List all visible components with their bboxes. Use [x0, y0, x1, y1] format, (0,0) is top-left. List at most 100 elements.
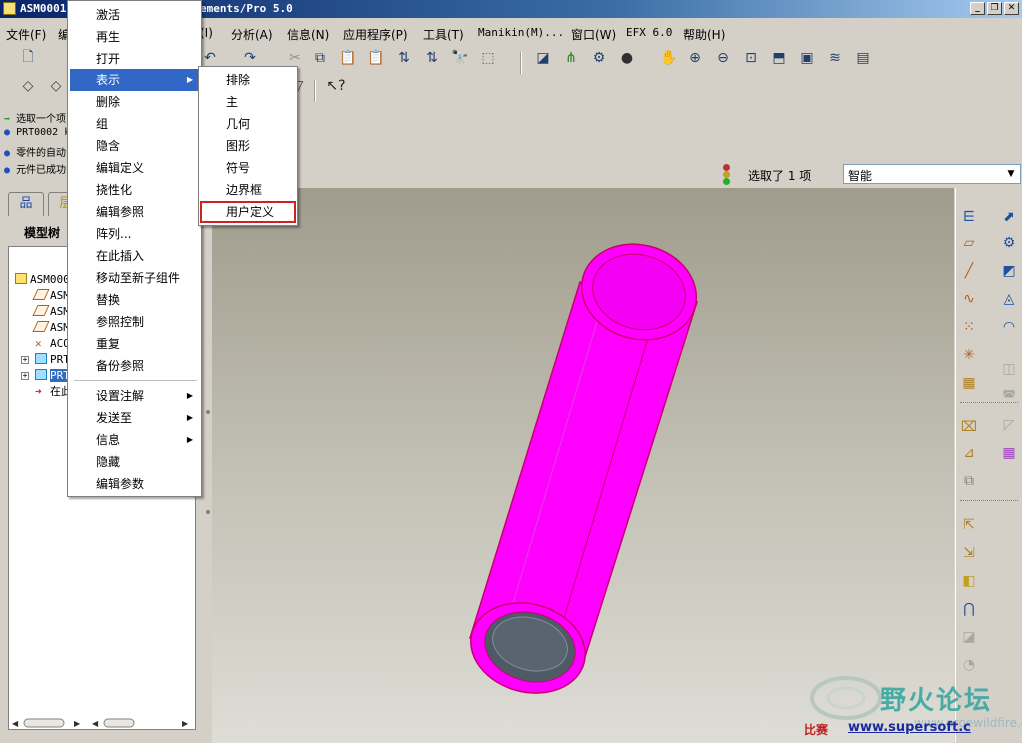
undo-icon[interactable]: ↶ — [200, 48, 220, 68]
datum-axis-icon[interactable]: ◇ — [46, 76, 66, 96]
menu-applications[interactable]: 应用程序(P) — [343, 26, 408, 43]
chamfer-icon[interactable]: ◸ — [998, 414, 1020, 436]
tree-row-root[interactable]: ASM000 — [15, 273, 70, 287]
menu-item-activate[interactable]: 激活 — [70, 4, 199, 26]
view-manager-icon[interactable]: ▤ — [853, 48, 873, 68]
menu-item-insert-here[interactable]: 在此插入 — [70, 245, 199, 267]
tree-row-part-selected[interactable]: + PRT — [21, 369, 70, 383]
mirror-icon[interactable]: ⧉ — [958, 470, 980, 492]
saved-views-icon[interactable]: ▣ — [797, 48, 817, 68]
spin-center-icon[interactable]: ⋔ — [561, 48, 581, 68]
find-icon[interactable]: 🔭 — [450, 48, 470, 68]
hole-icon[interactable]: ◫ — [998, 358, 1020, 380]
datum-curve-icon[interactable]: ∿ — [958, 288, 980, 310]
menu-item-replace[interactable]: 替换 — [70, 289, 199, 311]
menu-item-suppress[interactable]: 隐含 — [70, 135, 199, 157]
assemble-icon[interactable]: ⬈ — [998, 206, 1020, 228]
selection-filter-select[interactable]: 智能 ▼ — [843, 164, 1021, 184]
menu-item-regenerate[interactable]: 再生 — [70, 26, 199, 48]
menu-item-info[interactable]: 信息 ▶ — [70, 429, 199, 451]
copy-icon[interactable]: ⧉ — [310, 48, 330, 68]
analysis-feature-icon[interactable]: ▦ — [958, 372, 980, 394]
select-box-icon[interactable]: ⬚ — [478, 48, 498, 68]
expand-icon[interactable]: + — [21, 372, 29, 380]
datum-plane-tool-icon[interactable]: ▱ — [958, 232, 980, 254]
repaint-icon[interactable]: ◪ — [533, 48, 553, 68]
menu-item-backup-references[interactable]: 备份参照 — [70, 355, 199, 377]
tree-row[interactable]: ASM — [32, 289, 70, 303]
extend-icon[interactable]: ◧ — [958, 570, 980, 592]
new-file-icon[interactable]: 🗋 — [18, 48, 38, 68]
offset-icon[interactable]: ⋂ — [958, 598, 980, 620]
menu-manikin[interactable]: Manikin(M)... — [478, 26, 564, 39]
tree-row[interactable]: ASM — [32, 321, 70, 335]
extrude-icon[interactable]: ◩ — [998, 260, 1020, 282]
datum-plane-icon[interactable]: ◇ — [18, 76, 38, 96]
menu-item-move-to-subassembly[interactable]: 移动至新子组件 — [70, 267, 199, 289]
refit-icon[interactable]: ⊡ — [741, 48, 761, 68]
create-component-icon[interactable]: ⚙ — [998, 232, 1020, 254]
paste-special-icon[interactable]: 📋 — [366, 48, 386, 68]
menu-item-edit-references[interactable]: 编辑参照 — [70, 201, 199, 223]
menu-item-represent[interactable]: 表示 ▶ — [70, 69, 199, 91]
pan-hand-icon[interactable]: ✋ — [659, 48, 679, 68]
context-help-icon[interactable]: ↖? — [326, 76, 346, 96]
submenu-item-exclude[interactable]: 排除 — [201, 69, 295, 91]
menu-info[interactable]: 信息(N) — [287, 26, 329, 43]
revolve-icon[interactable]: ◬ — [998, 288, 1020, 310]
panel-splitter[interactable] — [204, 370, 212, 560]
zoom-out-icon[interactable]: ⊖ — [713, 48, 733, 68]
redo-icon[interactable]: ↷ — [240, 48, 260, 68]
sketch-plane-icon[interactable]: ⋿ — [958, 206, 980, 228]
submenu-item-bounding-box[interactable]: 边界框 — [201, 179, 295, 201]
display-style-icon[interactable]: ● — [617, 48, 637, 68]
menu-file[interactable]: 文件(F) — [6, 26, 46, 43]
submenu-item-symbolic[interactable]: 符号 — [201, 157, 295, 179]
menu-item-open[interactable]: 打开 — [70, 48, 199, 70]
menu-item-delete[interactable]: 删除 — [70, 91, 199, 113]
trim-icon[interactable]: ⇲ — [958, 542, 980, 564]
menu-item-pattern[interactable]: 阵列... — [70, 223, 199, 245]
round-icon[interactable]: ◚ — [998, 386, 1020, 408]
tree-row-part[interactable]: + PRT — [21, 353, 70, 367]
close-button[interactable]: ✕ — [1004, 2, 1019, 15]
datum-point-icon[interactable]: ⁙ — [958, 316, 980, 338]
layers-icon[interactable]: ≋ — [825, 48, 845, 68]
menu-item-send-to[interactable]: 发送至 ▶ — [70, 407, 199, 429]
sweep-icon[interactable]: ◠ — [998, 316, 1020, 338]
cut-icon[interactable]: ✂ — [285, 48, 305, 68]
menu-item-edit-definition[interactable]: 编辑定义 — [70, 157, 199, 179]
thicken-icon[interactable]: ◪ — [958, 626, 980, 648]
menu-window[interactable]: 窗口(W) — [571, 26, 616, 43]
paste-icon[interactable]: 📋 — [338, 48, 358, 68]
menu-item-repeat[interactable]: 重复 — [70, 333, 199, 355]
tab-model-tree[interactable]: 品 — [8, 192, 44, 216]
tree-scrollbar[interactable]: ◀ ▶ ◀ ▶ — [12, 716, 192, 730]
tree-row[interactable]: ASM — [32, 305, 70, 319]
submenu-item-graphics[interactable]: 图形 — [201, 135, 295, 157]
menu-item-edit-parameters[interactable]: 编辑参数 — [70, 473, 199, 495]
minimize-button[interactable]: _ — [970, 2, 985, 15]
draft-icon[interactable]: ⊿ — [958, 442, 980, 464]
submenu-item-user-defined[interactable]: 用户定义 — [200, 201, 296, 223]
tree-row[interactable]: ✕ ACO — [35, 337, 70, 351]
menu-item-set-annotation[interactable]: 设置注解 ▶ — [70, 385, 199, 407]
datum-axis-tool-icon[interactable]: ╱ — [958, 260, 980, 282]
menu-analysis[interactable]: 分析(A) — [231, 26, 273, 43]
cut-tool-icon[interactable]: ⌧ — [958, 416, 980, 438]
expand-icon[interactable]: + — [21, 356, 29, 364]
zoom-in-icon[interactable]: ⊕ — [685, 48, 705, 68]
graphics-window[interactable] — [212, 188, 954, 743]
orient-mode-icon[interactable]: ⚙ — [589, 48, 609, 68]
submenu-item-master[interactable]: 主 — [201, 91, 295, 113]
reorient-icon[interactable]: ⬒ — [769, 48, 789, 68]
submenu-item-geometry[interactable]: 几何 — [201, 113, 295, 135]
menu-item-reference-control[interactable]: 参照控制 — [70, 311, 199, 333]
coordinate-system-tool-icon[interactable]: ✳ — [958, 344, 980, 366]
regenerate-icon[interactable]: ⇅ — [394, 48, 414, 68]
tube-part[interactable] — [461, 232, 708, 706]
pattern-icon[interactable]: ▦ — [998, 442, 1020, 464]
menu-item-group[interactable]: 组 — [70, 113, 199, 135]
menu-tools[interactable]: 工具(T) — [423, 26, 464, 43]
regen-manager-icon[interactable]: ⇅ — [422, 48, 442, 68]
